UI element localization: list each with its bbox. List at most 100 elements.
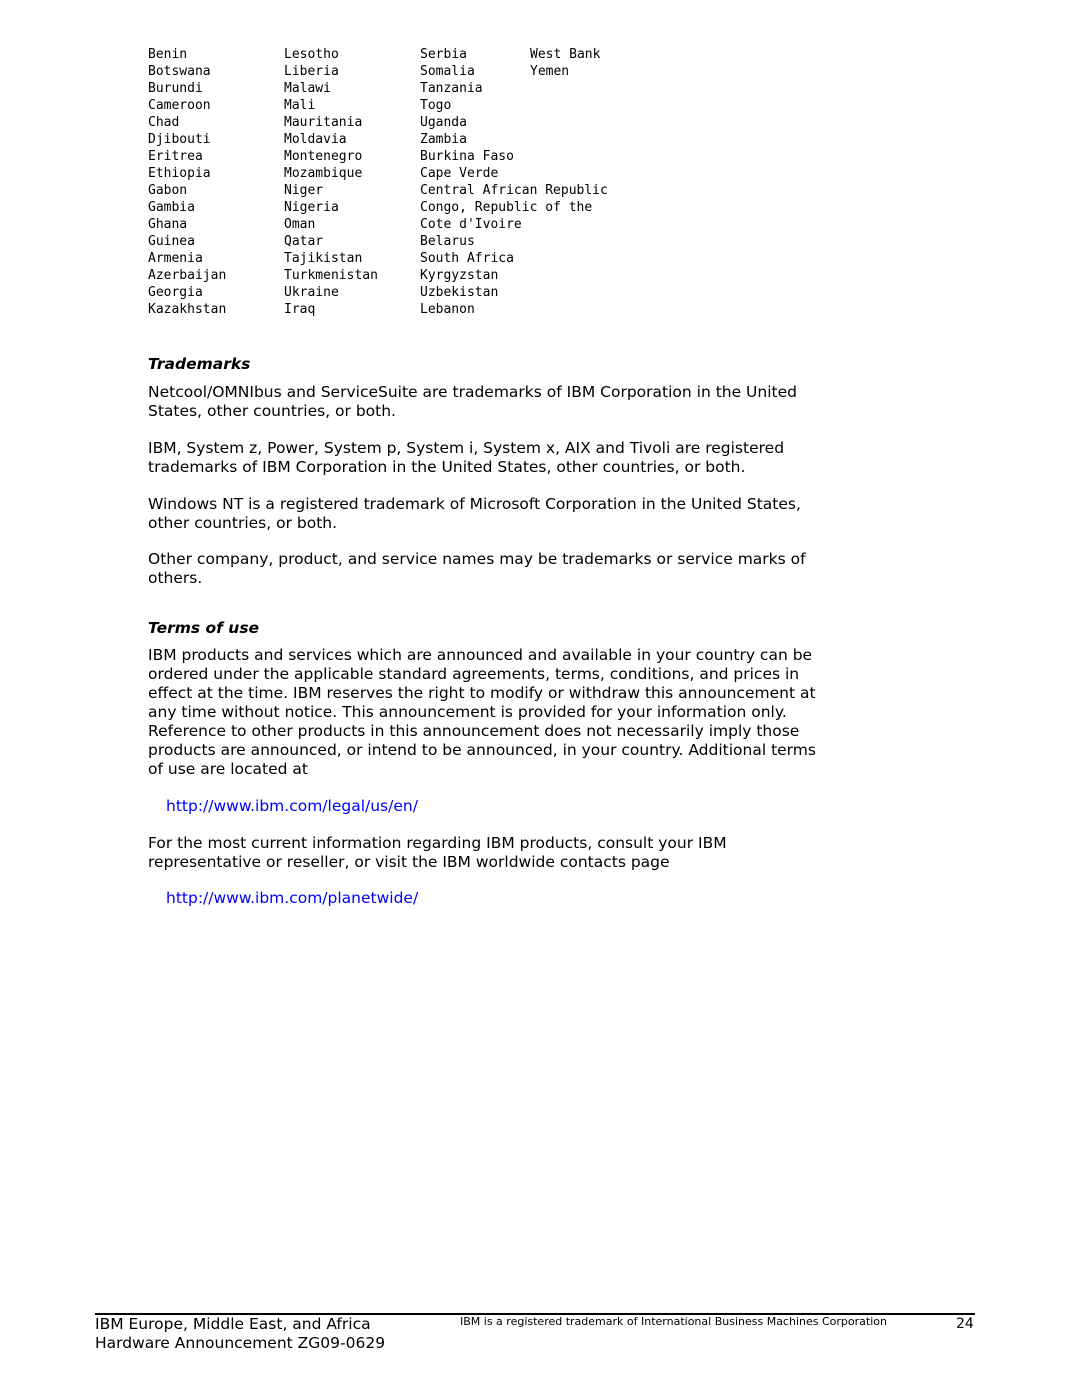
country-cell [530,148,650,165]
country-cell: Azerbaijan [148,268,227,283]
country-cell: Botswana [148,64,211,79]
country-cell: Uzbekistan [420,285,499,300]
country-cell [530,250,650,267]
country-cell: Lesotho [284,47,339,62]
country-row: Botswana Liberia Somalia Yemen [148,63,650,80]
trademarks-heading: Trademarks [148,355,251,373]
trademarks-paragraph-1: Netcool/OMNIbus and ServiceSuite are tra… [148,383,838,421]
terms-heading: Terms of use [148,619,260,637]
country-cell [530,267,650,284]
country-cell: Qatar [284,234,324,249]
country-cell: Turkmenistan [284,268,378,283]
country-cell: Congo, Republic of the [420,200,593,215]
country-cell [530,97,650,114]
page-number: 24 [956,1316,974,1332]
trademarks-text-2: IBM, System z, Power, System p, System i… [148,439,785,476]
country-cell: Tajikistan [284,251,363,266]
trademarks-text-3: Windows NT is a registered trademark of … [148,495,801,532]
country-cell: Ghana [148,217,188,232]
country-cell: South Africa [420,251,514,266]
country-cell: Cameroon [148,98,211,113]
country-cell: Mali [284,98,316,113]
country-cell: Niger [284,183,324,198]
trademarks-text-4: Other company, product, and service name… [148,550,806,587]
country-cell: Gambia [148,200,195,215]
terms-paragraph-1: IBM products and services which are anno… [148,646,824,779]
country-cell [530,199,650,216]
country-cell: Djibouti [148,132,211,147]
country-row: Armenia Tajikistan South Africa [148,250,650,267]
country-cell: Kazakhstan [148,302,227,317]
country-cell: Kyrgyzstan [420,268,499,283]
country-cell [530,233,650,250]
country-cell: Moldavia [284,132,347,147]
country-row: Eritrea Montenegro Burkina Faso [148,148,650,165]
country-row: Georgia Ukraine Uzbekistan [148,284,650,301]
country-cell: Yemen [530,64,570,79]
country-row: Benin Lesotho Serbia West Bank [148,46,650,63]
country-cell: Gabon [148,183,188,198]
country-cell: Central African Republic [420,183,608,198]
country-cell: Somalia [420,64,475,79]
country-cell: Iraq [284,302,316,317]
footer-announcement-id: Hardware Announcement ZG09-0629 [95,1334,386,1352]
country-row: Gambia Nigeria Congo, Republic of the [148,199,650,216]
country-cell: Benin [148,47,188,62]
country-cell: Liberia [284,64,339,79]
trademarks-paragraph-2: IBM, System z, Power, System p, System i… [148,439,838,477]
trademarks-text-1: Netcool/OMNIbus and ServiceSuite are tra… [148,383,797,420]
country-cell: Guinea [148,234,195,249]
country-cell: Togo [420,98,452,113]
country-row: Kazakhstan Iraq Lebanon [148,301,650,318]
country-cell [530,80,650,97]
country-cell [530,301,650,318]
country-cell: Zambia [420,132,467,147]
country-cell: Oman [284,217,316,232]
planetwide-link[interactable]: http://www.ibm.com/planetwide/ [166,889,418,907]
country-cell [530,165,650,182]
country-cell: Cote d'Ivoire [420,217,522,232]
footer-trademark-note: IBM is a registered trademark of Interna… [460,1315,887,1328]
trademarks-paragraph-3: Windows NT is a registered trademark of … [148,495,838,533]
country-cell [530,284,650,301]
country-cell [530,182,650,199]
country-cell: Nigeria [284,200,339,215]
legal-terms-link[interactable]: http://www.ibm.com/legal/us/en/ [166,797,418,815]
country-cell: Montenegro [284,149,363,164]
country-cell: Burundi [148,81,203,96]
country-row: Ethiopia Mozambique Cape Verde [148,165,650,182]
terms-paragraph-2: For the most current information regardi… [148,834,788,872]
country-cell: Mauritania [284,115,363,130]
country-cell: Armenia [148,251,203,266]
country-list: Benin Lesotho Serbia West Bank Botswana Liber… [148,46,650,318]
country-cell: Chad [148,115,180,130]
country-cell: West Bank [530,47,601,62]
country-cell: Belarus [420,234,475,249]
country-cell: Burkina Faso [420,149,514,164]
country-cell: Cape Verde [420,166,499,181]
country-cell: Georgia [148,285,203,300]
country-row: Ghana Oman Cote d'Ivoire [148,216,650,233]
country-cell [530,114,650,131]
country-row: Gabon Niger Central African Republic [148,182,650,199]
country-cell: Tanzania [420,81,483,96]
country-cell: Ukraine [284,285,339,300]
country-cell: Malawi [284,81,331,96]
country-cell: Mozambique [284,166,363,181]
country-cell: Ethiopia [148,166,211,181]
country-row: Burundi Malawi Tanzania [148,80,650,97]
country-row: Azerbaijan Turkmenistan Kyrgyzstan [148,267,650,284]
country-row: Guinea Qatar Belarus [148,233,650,250]
trademarks-paragraph-4: Other company, product, and service name… [148,550,838,588]
country-row: Chad Mauritania Uganda [148,114,650,131]
country-cell: Lebanon [420,302,475,317]
country-cell: Uganda [420,115,467,130]
country-row: Cameroon Mali Togo [148,97,650,114]
country-row: Djibouti Moldavia Zambia [148,131,650,148]
footer-region: IBM Europe, Middle East, and Africa [95,1315,371,1333]
footer-title: IBM Europe, Middle East, and Africa Hard… [95,1315,385,1353]
country-cell [530,131,650,148]
terms-text-1: IBM products and services which are anno… [148,646,816,778]
terms-text-2: For the most current information regardi… [148,834,727,871]
country-cell [530,216,650,233]
